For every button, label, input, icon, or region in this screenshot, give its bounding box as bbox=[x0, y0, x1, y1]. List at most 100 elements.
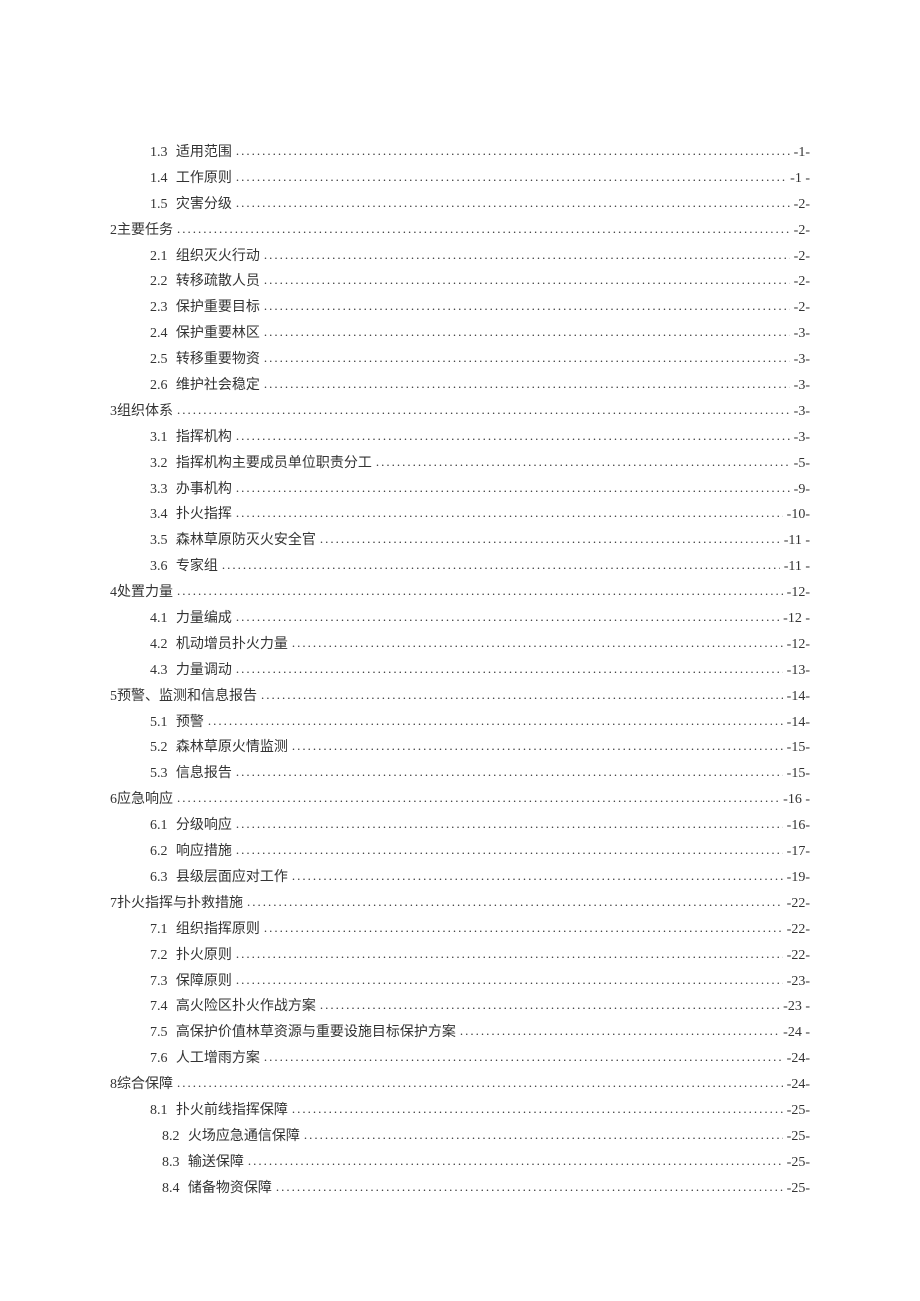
toc-leader-dots bbox=[264, 1045, 783, 1071]
toc-entry: 7.1组织指挥原则-22- bbox=[110, 917, 810, 943]
toc-entry-title: 扑火指挥与扑救措施 bbox=[117, 891, 243, 917]
toc-entry: 7扑火指挥与扑救措施-22- bbox=[110, 891, 810, 917]
toc-entry: 7.5高保护价值林草资源与重要设施目标保护方案-24 - bbox=[110, 1020, 810, 1046]
toc-entry-page: -24 - bbox=[783, 1020, 810, 1046]
toc-leader-dots bbox=[236, 942, 783, 968]
toc-entry-page: -2- bbox=[794, 218, 810, 244]
toc-entry: 6应急响应-16 - bbox=[110, 787, 810, 813]
toc-leader-dots bbox=[248, 1149, 783, 1175]
toc-entry: 7.2扑火原则-22- bbox=[110, 943, 810, 969]
toc-entry-page: -3- bbox=[794, 321, 810, 347]
toc-leader-dots bbox=[264, 294, 790, 320]
toc-entry-title: 处置力量 bbox=[117, 580, 173, 606]
toc-leader-dots bbox=[177, 398, 790, 424]
toc-leader-dots bbox=[236, 424, 790, 450]
toc-entry-number: 7.6 bbox=[150, 1046, 168, 1072]
toc-entry: 7.4高火险区扑火作战方案-23 - bbox=[110, 994, 810, 1020]
toc-entry: 7.6人工增雨方案-24- bbox=[110, 1046, 810, 1072]
toc-leader-dots bbox=[261, 683, 783, 709]
toc-entry-number: 3 bbox=[110, 399, 117, 425]
toc-entry-number: 7.2 bbox=[150, 943, 168, 969]
toc-leader-dots bbox=[236, 191, 790, 217]
toc-leader-dots bbox=[264, 372, 790, 398]
toc-entry: 5预警、监测和信息报告-14- bbox=[110, 684, 810, 710]
toc-entry-title: 指挥机构主要成员单位职责分工 bbox=[176, 451, 372, 477]
toc-leader-dots bbox=[460, 1019, 779, 1045]
toc-entry-number: 8.3 bbox=[162, 1150, 180, 1176]
toc-entry-number: 6.2 bbox=[150, 839, 168, 865]
toc-entry-number: 8.2 bbox=[162, 1124, 180, 1150]
toc-entry-title: 转移疏散人员 bbox=[176, 269, 260, 295]
toc-entry-page: -1 - bbox=[790, 166, 810, 192]
toc-entry-number: 3.1 bbox=[150, 425, 168, 451]
toc-leader-dots bbox=[292, 1097, 783, 1123]
toc-leader-dots bbox=[320, 993, 779, 1019]
toc-entry: 4.2机动增员扑火力量-12- bbox=[110, 632, 810, 658]
toc-entry-number: 6 bbox=[110, 787, 117, 813]
toc-entry: 8.4储备物资保障-25- bbox=[110, 1176, 810, 1202]
toc-entry-page: -12- bbox=[787, 580, 810, 606]
toc-entry-title: 高火险区扑火作战方案 bbox=[176, 994, 316, 1020]
toc-entry: 3.5森林草原防灭火安全官-11 - bbox=[110, 528, 810, 554]
toc-entry: 5.2 森林草原火情监测 -15- bbox=[110, 735, 810, 761]
toc-entry-number: 2.1 bbox=[150, 244, 168, 270]
toc-entry-page: -3- bbox=[794, 373, 810, 399]
toc-leader-dots bbox=[177, 1071, 783, 1097]
toc-entry-title: 预警 bbox=[176, 710, 204, 736]
toc-entry-title: 森林草原火情监测 bbox=[176, 735, 288, 761]
toc-entry-page: -3- bbox=[794, 399, 810, 425]
toc-entry-page: -15- bbox=[787, 735, 810, 761]
toc-entry-title: 保护重要目标 bbox=[176, 295, 260, 321]
toc-entry-number: 3.5 bbox=[150, 528, 168, 554]
toc-entry-page: -1- bbox=[794, 140, 810, 166]
toc-entry-page: -2- bbox=[794, 244, 810, 270]
toc-leader-dots bbox=[292, 631, 783, 657]
toc-entry: 6.3县级层面应对工作-19- bbox=[110, 865, 810, 891]
toc-leader-dots bbox=[236, 139, 790, 165]
toc-entry-title: 灾害分级 bbox=[176, 192, 232, 218]
toc-leader-dots bbox=[264, 916, 783, 942]
toc-entry-page: -25- bbox=[787, 1124, 810, 1150]
table-of-contents: 1.3适用范围-1-1.4工作原则-1 -1.5灾害分级-2-2主要任务-2-2… bbox=[110, 140, 810, 1202]
toc-entry-page: -23- bbox=[787, 969, 810, 995]
toc-entry-number: 4 bbox=[110, 580, 117, 606]
toc-entry-number: 6.1 bbox=[150, 813, 168, 839]
toc-entry-page: -22- bbox=[787, 943, 810, 969]
toc-leader-dots bbox=[276, 1175, 783, 1201]
toc-leader-dots bbox=[236, 760, 783, 786]
toc-entry-page: -3- bbox=[794, 347, 810, 373]
toc-entry-title: 组织灭火行动 bbox=[176, 244, 260, 270]
toc-leader-dots bbox=[264, 243, 790, 269]
toc-entry-number: 2.3 bbox=[150, 295, 168, 321]
toc-entry-number: 3.4 bbox=[150, 502, 168, 528]
toc-entry: 3.2指挥机构主要成员单位职责分工-5- bbox=[110, 451, 810, 477]
toc-entry-number: 8 bbox=[110, 1072, 117, 1098]
toc-entry: 4.1力量编成-12 - bbox=[110, 606, 810, 632]
toc-entry-title: 主要任务 bbox=[117, 218, 173, 244]
toc-leader-dots bbox=[177, 786, 779, 812]
toc-entry-title: 转移重要物资 bbox=[176, 347, 260, 373]
toc-entry-title: 信息报告 bbox=[176, 761, 232, 787]
toc-entry-number: 5.2 bbox=[150, 735, 168, 761]
toc-entry: 7.3保障原则-23- bbox=[110, 969, 810, 995]
toc-entry: 2.1 组织灭火行动 -2- bbox=[110, 244, 810, 270]
toc-entry-title: 力量调动 bbox=[176, 658, 232, 684]
toc-entry-page: -22- bbox=[787, 891, 810, 917]
toc-leader-dots bbox=[208, 709, 783, 735]
toc-leader-dots bbox=[236, 605, 779, 631]
toc-entry-number: 1.3 bbox=[150, 140, 168, 166]
toc-leader-dots bbox=[376, 450, 790, 476]
toc-entry-title: 保护重要林区 bbox=[176, 321, 260, 347]
toc-entry-title: 储备物资保障 bbox=[188, 1176, 272, 1202]
toc-entry: 8.1扑火前线指挥保障-25- bbox=[110, 1098, 810, 1124]
toc-entry-title: 扑火指挥 bbox=[176, 502, 232, 528]
toc-entry-title: 输送保障 bbox=[188, 1150, 244, 1176]
toc-leader-dots bbox=[264, 346, 790, 372]
toc-leader-dots bbox=[222, 553, 780, 579]
toc-entry-number: 2 bbox=[110, 218, 117, 244]
toc-leader-dots bbox=[236, 165, 786, 191]
toc-entry-title: 响应措施 bbox=[176, 839, 232, 865]
toc-entry: 5.3信息报告-15- bbox=[110, 761, 810, 787]
toc-entry-title: 组织指挥原则 bbox=[176, 917, 260, 943]
toc-entry: 6.1分级响应-16- bbox=[110, 813, 810, 839]
